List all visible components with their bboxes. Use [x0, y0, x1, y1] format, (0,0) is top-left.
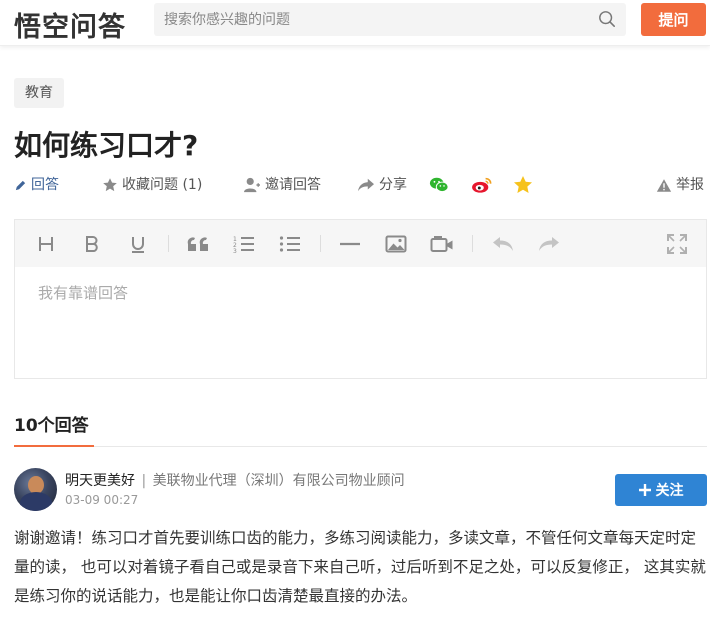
answer-action[interactable]: 回答	[14, 172, 59, 198]
toolbar-divider	[320, 235, 321, 252]
favorite-star-icon	[514, 176, 532, 193]
wechat-icon	[429, 177, 449, 192]
search-box	[154, 3, 626, 36]
heading-button[interactable]	[35, 233, 57, 255]
bold-button[interactable]	[81, 233, 103, 255]
undo-button[interactable]	[491, 233, 515, 255]
video-icon	[430, 236, 453, 252]
bullet-list-icon	[279, 236, 300, 252]
answers-count-heading: 10个回答	[14, 416, 89, 436]
quote-icon	[187, 237, 208, 251]
editor-toolbar: 123	[15, 220, 706, 267]
ordered-list-button[interactable]: 123	[232, 233, 256, 255]
report-action[interactable]: 举报	[656, 172, 704, 198]
toolbar-divider	[472, 235, 473, 252]
avatar[interactable]	[14, 468, 57, 511]
answer-editor: 123 我有靠谱回答	[14, 219, 707, 379]
plus-icon	[638, 484, 651, 496]
editor-placeholder[interactable]: 我有靠谱回答	[38, 282, 128, 303]
site-logo[interactable]: 悟空问答	[14, 5, 126, 44]
redo-button[interactable]	[537, 233, 561, 255]
ask-question-button[interactable]: 提问	[641, 3, 706, 36]
search-icon[interactable]	[598, 10, 616, 28]
image-icon	[385, 235, 407, 253]
collect-action[interactable]: 收藏问题 (1)	[102, 172, 202, 198]
fullscreen-button[interactable]	[665, 233, 689, 255]
top-header: 悟空问答 提问	[0, 0, 710, 46]
invite-label: 邀请回答	[265, 177, 321, 193]
answer-time: 03-09 00:27	[65, 493, 139, 507]
invite-action[interactable]: 邀请回答	[243, 172, 321, 198]
author-separator: |	[141, 473, 147, 489]
question-title: 如何练习口才?	[14, 129, 199, 162]
search-input[interactable]	[154, 3, 584, 36]
favorite-share[interactable]	[513, 172, 533, 198]
underline-icon	[132, 237, 144, 253]
ordered-list-icon: 123	[233, 236, 254, 253]
author-title: 美联物业代理（深圳）有限公司物业顾问	[152, 473, 405, 489]
image-button[interactable]	[384, 233, 408, 255]
bullet-list-button[interactable]	[278, 233, 302, 255]
weibo-icon	[472, 177, 492, 193]
category-tag[interactable]: 教育	[14, 78, 64, 108]
heading-icon	[39, 237, 53, 251]
collect-label: 收藏问题 (1)	[122, 177, 203, 193]
share-icon	[358, 178, 374, 192]
toolbar-divider	[168, 235, 169, 252]
answers-tab-underline	[14, 445, 94, 447]
invite-user-icon	[244, 177, 260, 193]
author-name[interactable]: 明天更美好	[65, 473, 135, 489]
horizontal-rule-icon	[340, 242, 360, 246]
question-actions: 回答 收藏问题 (1) 邀请回答 分享 举报	[14, 172, 710, 198]
underline-button[interactable]	[127, 233, 149, 255]
author-info: 明天更美好 | 美联物业代理（深圳）有限公司物业顾问	[65, 470, 405, 490]
bold-icon	[86, 236, 98, 252]
video-button[interactable]	[430, 233, 454, 255]
answer-content: 谢谢邀请！练习口才首先要训练口齿的能力，多练习阅读能力，多读文章，不管任何文章每…	[14, 529, 706, 605]
warning-icon	[656, 178, 672, 192]
weibo-share[interactable]	[471, 172, 493, 198]
pencil-icon	[15, 180, 26, 190]
redo-icon	[539, 237, 559, 251]
follow-label: 关注	[655, 483, 684, 499]
wechat-share[interactable]	[429, 172, 449, 198]
follow-button[interactable]: 关注	[615, 474, 707, 506]
report-label: 举报	[676, 177, 704, 193]
fullscreen-icon	[667, 234, 687, 254]
share-label: 分享	[379, 177, 407, 193]
divider-line-button[interactable]	[338, 233, 362, 255]
svg-text:3: 3	[233, 248, 237, 253]
undo-icon	[493, 237, 513, 251]
answers-divider	[14, 446, 707, 447]
star-icon	[103, 178, 117, 192]
share-action[interactable]: 分享	[357, 172, 407, 198]
quote-button[interactable]	[186, 233, 212, 255]
answer-label: 回答	[31, 177, 59, 193]
